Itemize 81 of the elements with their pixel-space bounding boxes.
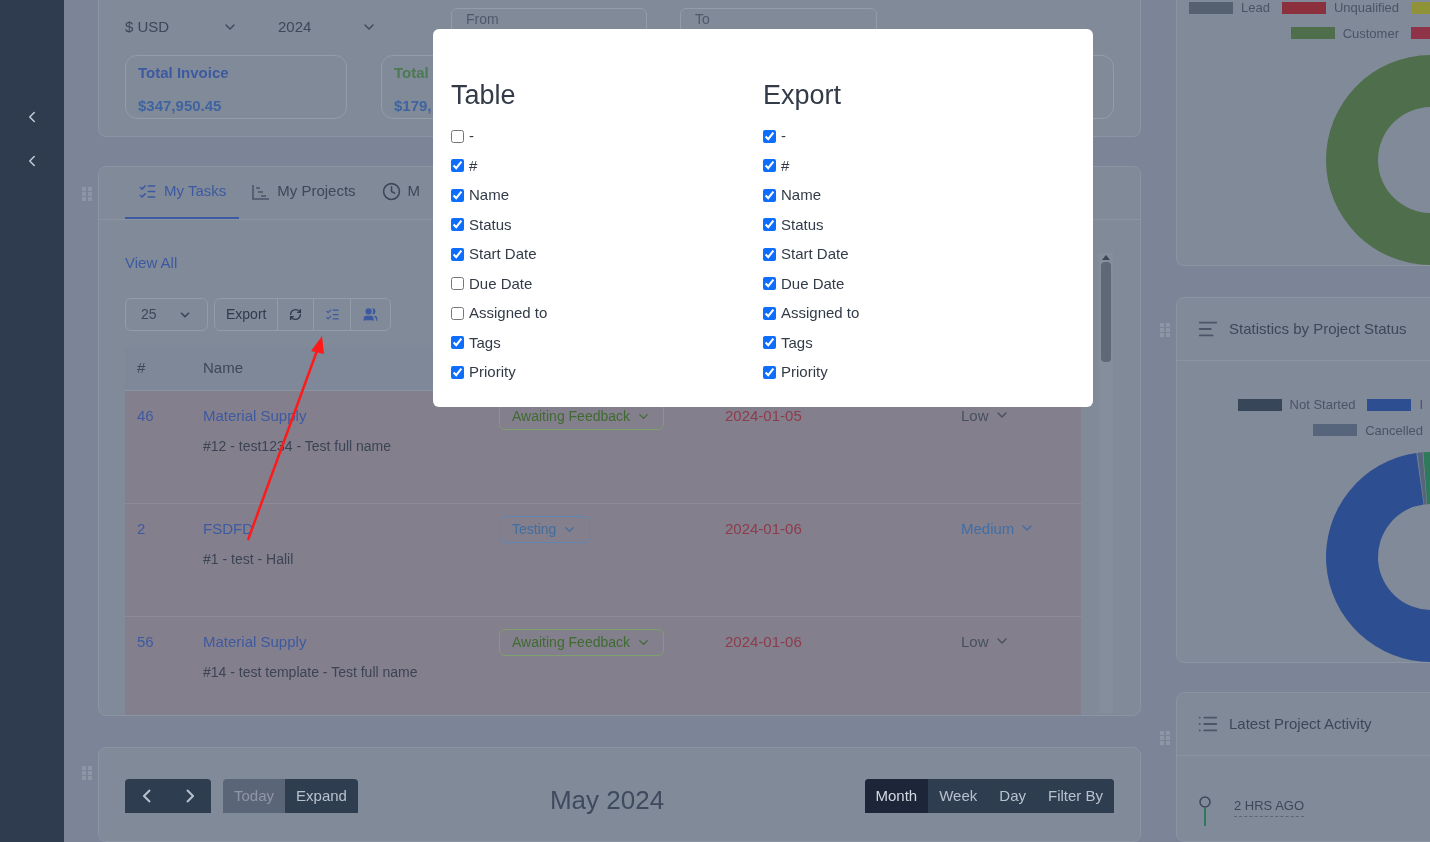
checkbox-label: Priority xyxy=(781,362,828,382)
checkbox-label: Name xyxy=(781,185,821,205)
checkbox-label: Start Date xyxy=(469,244,537,264)
start-date-text: 2024-01-05 xyxy=(725,406,803,427)
column-checkbox[interactable] xyxy=(763,218,776,232)
checkbox-label: Due Date xyxy=(781,273,845,294)
scrollbar-thumb[interactable] xyxy=(1101,261,1111,362)
checkbox-label: - xyxy=(781,126,786,146)
checkbox-label: # xyxy=(781,155,790,176)
checkbox-label: Priority xyxy=(469,362,516,382)
column-checkbox[interactable] xyxy=(451,129,464,143)
column-header: # xyxy=(136,358,147,379)
stat-value: $347,950.45 xyxy=(138,95,223,116)
column-checkbox[interactable] xyxy=(763,306,776,320)
section-title: Table xyxy=(451,79,517,112)
column-checkbox[interactable] xyxy=(451,365,464,379)
stat-label: Total Invoice xyxy=(138,63,230,83)
task-id-link[interactable]: 46 xyxy=(125,405,192,504)
checkbox-label: Status xyxy=(469,214,512,235)
currency-select[interactable]: $ USD xyxy=(125,8,278,39)
activity-time: 2 HRS AGO xyxy=(1234,796,1305,817)
column-checkbox[interactable] xyxy=(451,336,464,350)
task-name-link[interactable]: FSDFD xyxy=(203,518,253,541)
column-checkbox[interactable] xyxy=(451,247,464,261)
checkbox-label: # xyxy=(469,155,478,176)
column-checkbox[interactable] xyxy=(763,188,776,202)
users-icon xyxy=(363,307,379,323)
task-id-link[interactable]: 56 xyxy=(125,631,192,716)
column-checkbox[interactable] xyxy=(763,247,776,261)
checklist-icon xyxy=(324,307,340,323)
scrollbar[interactable] xyxy=(1099,252,1113,713)
card-title: Statistics by Project Status xyxy=(1229,318,1407,339)
column-checkbox[interactable] xyxy=(763,336,776,350)
column-checkbox[interactable] xyxy=(451,188,464,202)
priority-dropdown[interactable]: Low xyxy=(961,405,1010,428)
chevron-right-icon xyxy=(185,789,194,804)
chevron-left-icon xyxy=(142,789,151,804)
priority-dropdown[interactable]: Low xyxy=(961,631,1010,654)
column-checkbox[interactable] xyxy=(451,277,464,291)
task-project-text: #14 - test template - Test full name xyxy=(203,662,418,682)
column-checkbox[interactable] xyxy=(763,159,776,173)
status-dropdown[interactable]: Testing xyxy=(499,516,591,544)
stat-label: Total xyxy=(394,63,430,83)
task-project-text: #1 - test - Halil xyxy=(203,549,294,569)
checkbox-label: Assigned to xyxy=(781,303,860,323)
calendar-title: May 2024 xyxy=(549,784,665,818)
page-size-select[interactable]: 25 xyxy=(125,298,208,332)
column-checkbox[interactable] xyxy=(763,365,776,379)
task-id-link[interactable]: 2 xyxy=(125,518,192,617)
tab[interactable]: My Projects xyxy=(239,166,369,219)
timeline-marker-icon xyxy=(1198,796,1212,826)
chart-icon xyxy=(252,183,271,200)
task-name-link[interactable]: Material Supply xyxy=(203,631,307,654)
tab[interactable]: My Tasks xyxy=(125,166,240,219)
status-dropdown[interactable]: Awaiting Feedback xyxy=(499,629,665,657)
checkbox-label: Start Date xyxy=(781,244,849,264)
start-date-text: 2024-01-06 xyxy=(725,632,803,653)
view-button[interactable]: Month xyxy=(864,779,929,814)
checkbox-label: Tags xyxy=(781,332,813,353)
year-select[interactable]: 2024 xyxy=(278,8,451,39)
column-checkbox[interactable] xyxy=(763,277,776,291)
checkbox-label: Due Date xyxy=(469,273,533,294)
view-all-link[interactable]: View All xyxy=(125,251,178,275)
checkbox-label: - xyxy=(469,126,474,146)
column-checkbox[interactable] xyxy=(451,218,464,232)
column-checkbox[interactable] xyxy=(763,129,776,143)
checkbox-label: Status xyxy=(781,214,824,235)
priority-dropdown[interactable]: Medium xyxy=(961,518,1036,541)
card-title: Latest Project Activity xyxy=(1229,713,1372,734)
start-date-text: 2024-01-06 xyxy=(725,519,803,540)
column-header: Name xyxy=(202,358,243,379)
clock-icon xyxy=(381,182,401,202)
column-checkbox[interactable] xyxy=(451,306,464,320)
column-checkbox[interactable] xyxy=(451,159,464,173)
checkbox-label: Assigned to xyxy=(469,303,548,323)
checkbox-label: Name xyxy=(469,185,509,205)
tab[interactable]: M xyxy=(368,166,434,219)
refresh-icon xyxy=(289,308,303,322)
expand-button[interactable]: Expand xyxy=(285,779,358,814)
section-title: Export xyxy=(763,79,843,112)
checkbox-label: Tags xyxy=(469,332,501,353)
